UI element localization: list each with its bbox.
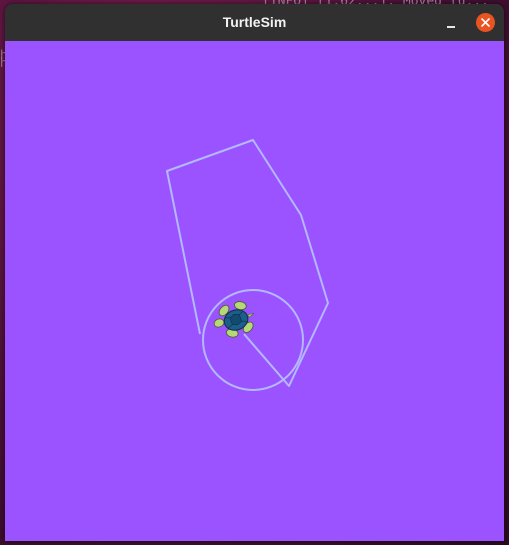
title-bar[interactable]: TurtleSim bbox=[5, 4, 504, 42]
close-icon bbox=[481, 18, 490, 27]
minimize-icon bbox=[447, 26, 455, 28]
turtle-canvas[interactable] bbox=[5, 41, 504, 541]
pen-trail-path bbox=[166, 139, 329, 387]
close-button[interactable] bbox=[476, 13, 495, 32]
window-title: TurtleSim bbox=[222, 14, 287, 30]
trail-drawing bbox=[166, 139, 329, 391]
turtle-icon bbox=[213, 301, 255, 338]
turtlesim-window: TurtleSim bbox=[5, 4, 504, 541]
minimize-button[interactable] bbox=[441, 14, 461, 32]
pen-trail-circle bbox=[202, 289, 304, 391]
